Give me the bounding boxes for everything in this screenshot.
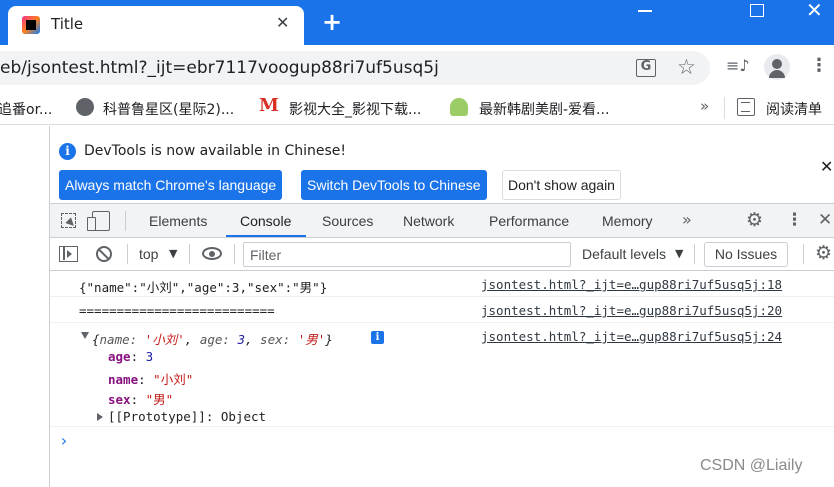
language-infobar: i DevTools is now available in Chinese! … <box>50 126 834 204</box>
bookmark-item[interactable]: 影视大全_影视下载... <box>289 99 421 119</box>
infobar-message: DevTools is now available in Chinese! <box>84 143 346 159</box>
bookmark-star-icon[interactable]: ☆ <box>677 55 696 79</box>
chevron-down-icon[interactable]: ▼ <box>675 247 683 260</box>
address-bar[interactable]: eb/jsontest.html?_ijt=ebr7117voogup88ri7… <box>0 51 710 85</box>
new-tab-icon[interactable]: + <box>322 8 342 36</box>
devtools-tab-bar: Elements Console Sources Network Perform… <box>50 204 834 238</box>
object-property: sex: "男" <box>108 392 174 407</box>
object-property: age: 3 <box>108 349 154 364</box>
console-message: {"name":"小刘","age":3,"sex":"男"} jsontest… <box>50 271 834 297</box>
source-link[interactable]: jsontest.html?_ijt=e…gup88ri7uf5usq5j:24 <box>481 329 782 344</box>
log-text[interactable]: ========================== <box>79 303 275 318</box>
prototype-entry[interactable]: [[Prototype]]: Object <box>108 409 266 424</box>
chevron-down-icon[interactable]: ▼ <box>169 247 177 260</box>
toolbar-divider <box>803 244 804 264</box>
info-badge-icon[interactable]: i <box>371 331 384 344</box>
m-logo-icon: M <box>259 95 279 116</box>
tab-elements[interactable]: Elements <box>149 213 207 229</box>
inspect-element-icon[interactable] <box>61 213 76 228</box>
toolbar-divider <box>694 244 695 264</box>
profile-avatar-icon[interactable] <box>764 54 790 80</box>
context-select[interactable]: top <box>139 246 158 262</box>
property-value: "小刘" <box>153 372 194 387</box>
globe-icon <box>76 98 94 116</box>
tab-divider <box>125 211 126 231</box>
filter-input[interactable] <box>243 242 571 267</box>
log-levels-dropdown[interactable]: Default levels <box>582 246 666 262</box>
toolbar-divider <box>127 244 128 264</box>
title-bar: Title ✕ + ✕ <box>0 0 834 45</box>
console-output: {"name":"小刘","age":3,"sex":"男"} jsontest… <box>50 271 834 487</box>
intellij-favicon-icon <box>22 16 40 34</box>
android-icon <box>450 98 468 116</box>
translate-icon[interactable]: G <box>636 59 656 77</box>
object-property: name: "小刘" <box>108 372 194 387</box>
devtools-panel: i DevTools is now available in Chinese! … <box>50 126 834 487</box>
console-prompt-icon[interactable]: › <box>59 431 69 450</box>
settings-gear-icon[interactable]: ⚙ <box>746 209 763 231</box>
dont-show-again-button[interactable]: Don't show again <box>502 170 621 200</box>
property-key: sex <box>108 392 131 407</box>
tab-memory[interactable]: Memory <box>602 213 653 229</box>
clear-console-icon[interactable] <box>96 246 112 262</box>
media-control-icon[interactable]: ≡♪ <box>726 56 750 75</box>
console-message: ========================== jsontest.html… <box>50 297 834 323</box>
always-match-language-button[interactable]: Always match Chrome's language <box>59 170 283 200</box>
devtools-menu-icon[interactable]: ⋮ <box>786 210 803 230</box>
console-toolbar: top ▼ Default levels ▼ No Issues ⚙ <box>50 238 834 271</box>
issues-button[interactable]: No Issues <box>704 242 788 267</box>
infobar-close-icon[interactable]: ✕ <box>820 157 833 176</box>
console-settings-gear-icon[interactable]: ⚙ <box>815 242 832 264</box>
tab-title: Title <box>51 15 84 33</box>
url-text[interactable]: eb/jsontest.html?_ijt=ebr7117voogup88ri7… <box>0 58 439 78</box>
source-link[interactable]: jsontest.html?_ijt=e…gup88ri7uf5usq5j:18 <box>481 277 782 292</box>
property-value: "男" <box>145 392 174 407</box>
active-tab-indicator <box>226 235 306 237</box>
switch-to-chinese-button[interactable]: Switch DevTools to Chinese <box>301 170 487 200</box>
property-key: age <box>108 349 131 364</box>
browser-tab[interactable]: Title ✕ <box>8 6 304 45</box>
log-text[interactable]: {"name":"小刘","age":3,"sex":"男"} <box>79 277 327 296</box>
device-toolbar-icon[interactable] <box>87 211 110 231</box>
object-preview[interactable]: {name: '小刘', age: 3, sex: '男'} <box>92 329 333 348</box>
expand-prototype-icon[interactable] <box>97 413 103 421</box>
live-expression-eye-icon[interactable] <box>202 247 222 260</box>
tab-network[interactable]: Network <box>403 213 454 229</box>
console-sidebar-icon[interactable] <box>59 246 78 262</box>
browser-menu-icon[interactable]: ⋮ <box>810 55 828 76</box>
tab-close-icon[interactable]: ✕ <box>276 13 289 32</box>
browser-toolbar: eb/jsontest.html?_ijt=ebr7117voogup88ri7… <box>0 45 834 91</box>
bookmarks-more-icon[interactable]: » <box>700 97 709 115</box>
minimize-icon[interactable] <box>638 2 654 18</box>
console-message: {name: '小刘', age: 3, sex: '男'} i jsontes… <box>50 323 834 427</box>
property-value: 3 <box>145 349 154 364</box>
bookmarks-divider <box>724 97 725 119</box>
toolbar-divider <box>189 244 190 264</box>
page-content-area <box>0 126 50 487</box>
info-icon: i <box>59 143 76 160</box>
tab-console[interactable]: Console <box>240 213 291 229</box>
bookmark-item[interactable]: 科普鲁星区(星际2)... <box>103 99 234 119</box>
reading-list-label[interactable]: 阅读清单 <box>766 99 822 119</box>
bookmark-item[interactable]: 追番or... <box>0 99 52 119</box>
source-link[interactable]: jsontest.html?_ijt=e…gup88ri7uf5usq5j:20 <box>481 303 782 318</box>
bookmarks-bar: 追番or... 科普鲁星区(星际2)... M 影视大全_影视下载... 最新韩… <box>0 91 834 125</box>
tab-sources[interactable]: Sources <box>322 213 373 229</box>
window-close-icon[interactable]: ✕ <box>806 0 823 22</box>
property-key: name <box>108 372 139 387</box>
watermark: CSDN @Liaily <box>700 457 803 474</box>
reading-list-icon[interactable] <box>737 98 755 116</box>
maximize-icon[interactable] <box>750 4 764 17</box>
expand-triangle-icon[interactable] <box>81 332 89 339</box>
more-tabs-icon[interactable]: » <box>682 210 692 229</box>
bookmark-item[interactable]: 最新韩剧美剧-爱看... <box>479 99 609 119</box>
tab-performance[interactable]: Performance <box>489 213 569 229</box>
devtools-close-icon[interactable]: ✕ <box>818 210 832 230</box>
toolbar-divider <box>234 244 235 264</box>
